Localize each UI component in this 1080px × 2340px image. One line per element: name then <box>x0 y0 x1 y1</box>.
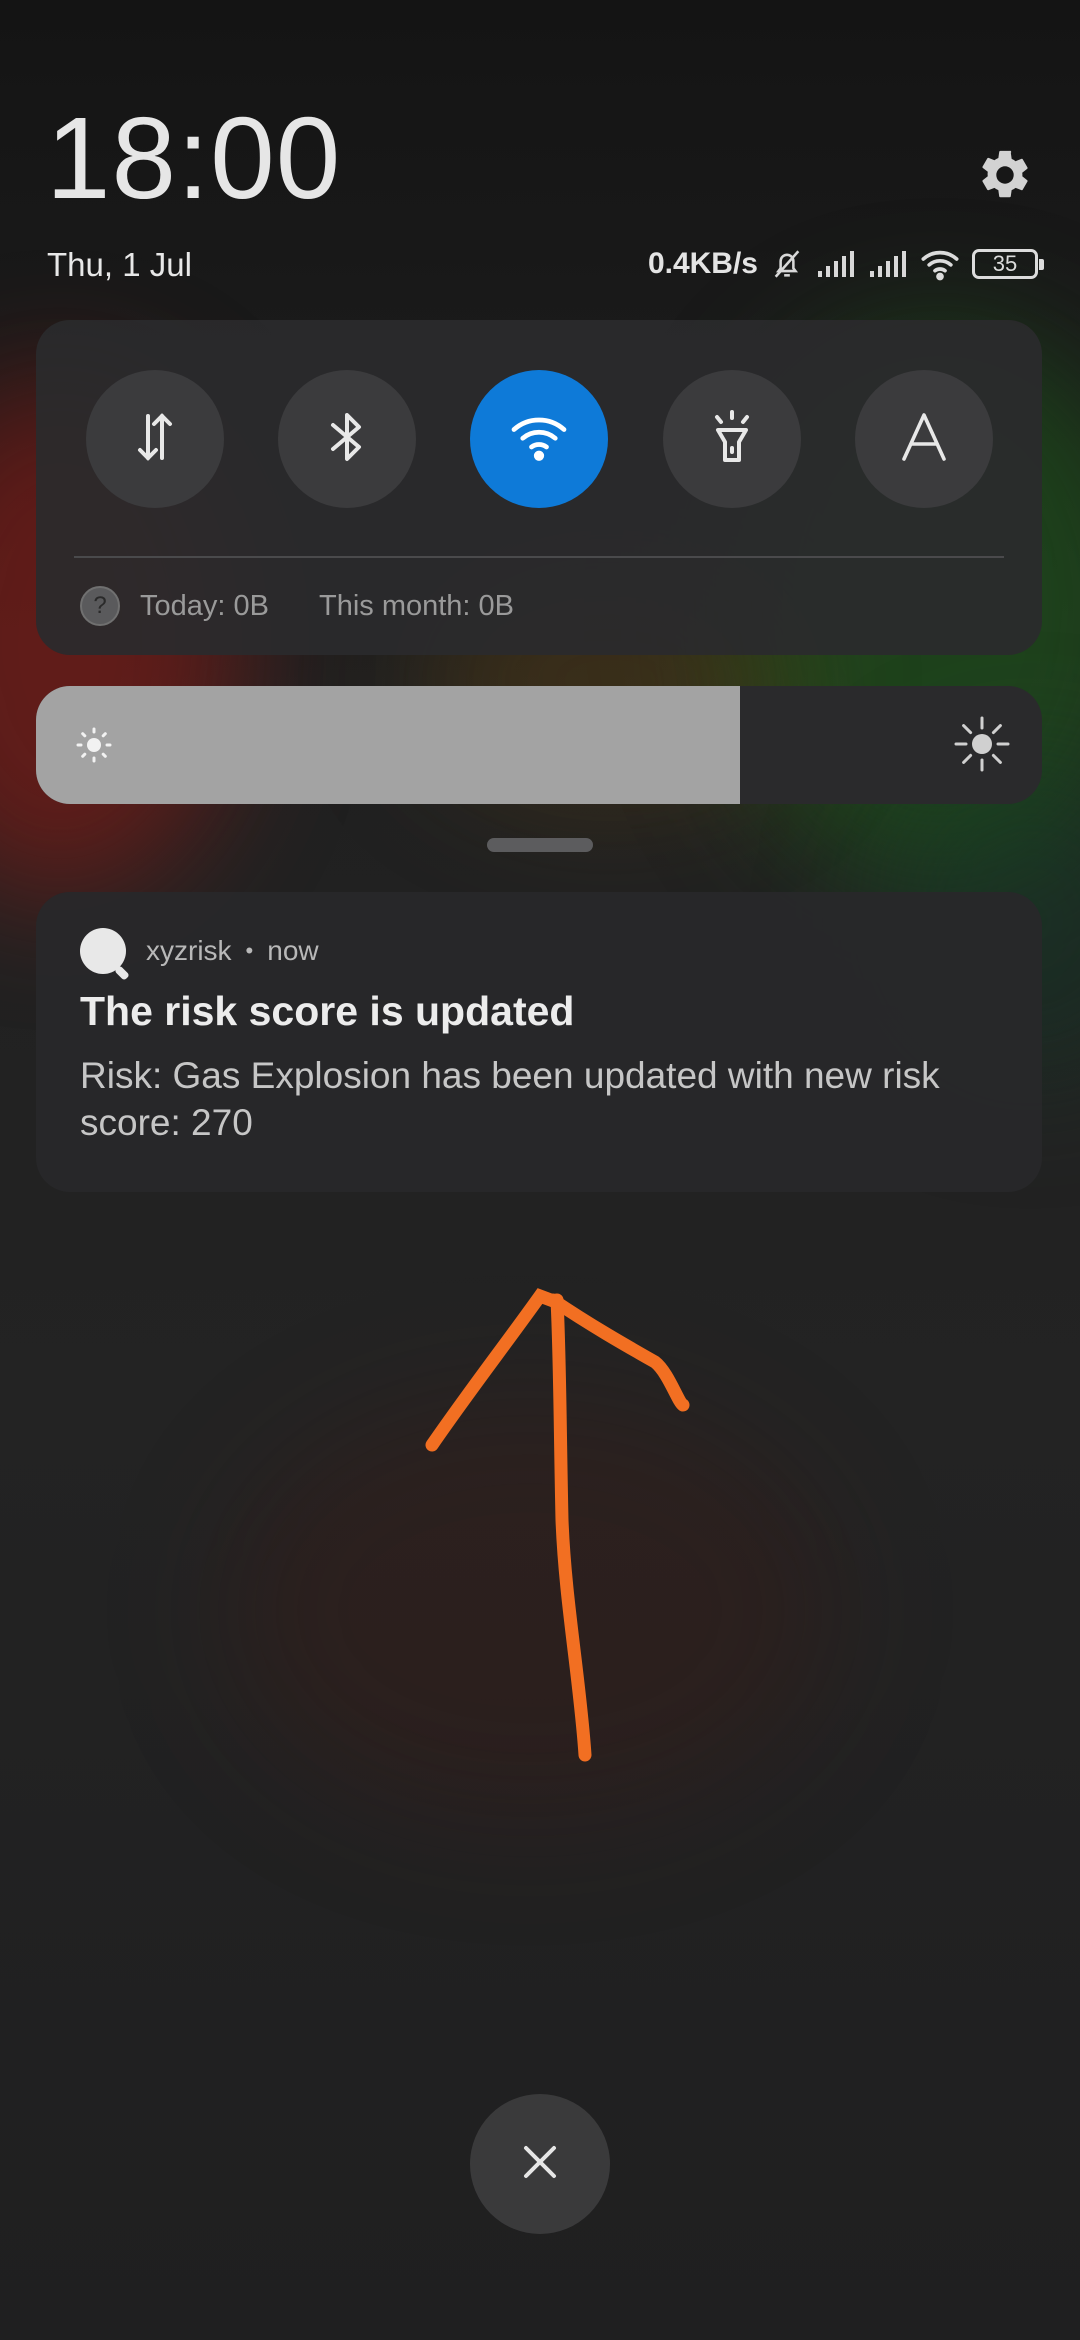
notification-title: The risk score is updated <box>80 988 575 1034</box>
notification-card[interactable]: xyzrisk • now The risk score is updated … <box>36 892 1042 1192</box>
signal-icon <box>816 249 856 279</box>
panel-divider <box>74 556 1004 558</box>
status-bar: 0.4KB/s 35 <box>647 244 1044 284</box>
network-speed: 0.4KB/s <box>647 247 758 280</box>
data-usage-row[interactable]: ? Today: 0B This month: 0B <box>80 586 514 626</box>
auto-brightness-icon <box>899 411 949 468</box>
help-icon: ? <box>80 586 120 626</box>
bluetooth-toggle[interactable] <box>278 370 416 508</box>
clear-notifications-button[interactable] <box>470 2094 610 2234</box>
auto-brightness-toggle[interactable] <box>855 370 993 508</box>
clock-time: 18:00 <box>46 93 342 223</box>
panel-drag-handle[interactable] <box>487 838 593 852</box>
wifi-icon <box>920 247 960 281</box>
date-label: Thu, 1 Jul <box>47 246 192 283</box>
notification-time: now <box>267 935 319 966</box>
brightness-level-fill <box>36 686 741 804</box>
flashlight-toggle[interactable] <box>663 370 801 508</box>
settings-gear-icon[interactable] <box>976 146 1034 204</box>
app-search-icon <box>80 928 126 974</box>
flashlight-icon <box>707 408 757 471</box>
wifi-icon <box>507 412 571 467</box>
mobile-data-toggle[interactable] <box>86 370 224 508</box>
notification-separator: • <box>245 938 254 963</box>
wifi-toggle[interactable] <box>470 370 608 508</box>
brightness-low-icon <box>70 721 118 774</box>
usage-month: This month: 0B <box>318 589 515 622</box>
brightness-slider[interactable] <box>36 686 1042 804</box>
close-icon <box>520 2142 560 2187</box>
notification-app-name: xyzrisk <box>146 935 232 966</box>
battery-icon: 35 <box>972 249 1044 279</box>
bluetooth-icon <box>325 409 369 470</box>
brightness-high-icon <box>952 714 1012 779</box>
usage-today: Today: 0B <box>140 589 269 622</box>
bell-muted-icon <box>770 247 804 281</box>
data-arrows-icon <box>130 410 180 469</box>
signal-icon <box>868 249 908 279</box>
quick-settings-panel: ? Today: 0B This month: 0B <box>36 320 1042 655</box>
notification-body: Risk: Gas Explosion has been updated wit… <box>80 1055 940 1143</box>
notification-header: xyzrisk • now <box>80 928 319 974</box>
